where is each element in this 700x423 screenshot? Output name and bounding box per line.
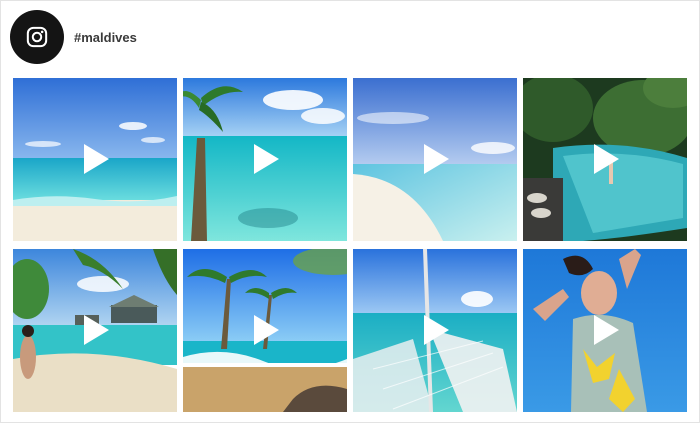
instagram-icon (26, 26, 48, 48)
play-icon (84, 144, 109, 174)
play-icon (424, 315, 449, 345)
post-tile[interactable] (13, 249, 177, 412)
post-tile[interactable] (523, 78, 687, 241)
post-tile[interactable] (13, 78, 177, 241)
instagram-feed-widget: #maldives (0, 0, 700, 423)
play-icon (594, 144, 619, 174)
post-tile[interactable] (183, 249, 347, 412)
post-tile[interactable] (183, 78, 347, 241)
profile-avatar[interactable] (10, 10, 64, 64)
play-icon (84, 315, 109, 345)
post-tile[interactable] (353, 78, 517, 241)
feed-header: #maldives (10, 10, 137, 64)
play-icon (254, 315, 279, 345)
post-grid (13, 78, 687, 412)
play-icon (424, 144, 449, 174)
post-tile[interactable] (523, 249, 687, 412)
post-tile[interactable] (353, 249, 517, 412)
play-icon (594, 315, 619, 345)
play-icon (254, 144, 279, 174)
hashtag-title[interactable]: #maldives (74, 30, 137, 45)
